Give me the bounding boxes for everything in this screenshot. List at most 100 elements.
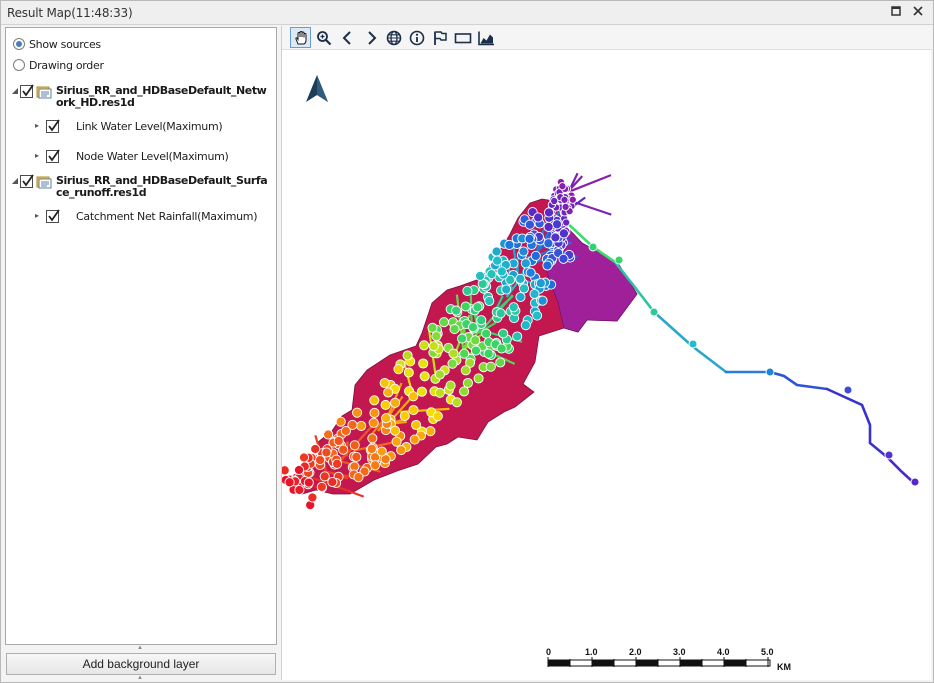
network-node[interactable] [470, 345, 481, 356]
network-node[interactable] [431, 331, 442, 342]
network-node[interactable] [467, 322, 479, 333]
layer-checkbox[interactable] [46, 209, 60, 223]
network-node[interactable] [425, 426, 436, 437]
network-node[interactable] [434, 387, 445, 398]
network-node[interactable] [419, 371, 430, 382]
network-node[interactable] [411, 419, 422, 431]
network-node[interactable] [558, 228, 569, 239]
network-node[interactable] [568, 195, 577, 204]
add-background-layer-button[interactable]: Add background layer [6, 653, 276, 675]
network-node[interactable] [449, 324, 460, 335]
source-row-network[interactable]: ◢ Sirius_RR_and_HDBaseDefault_Network_HD… [10, 84, 268, 109]
network-node[interactable] [396, 445, 407, 456]
full-extent-button[interactable] [383, 27, 404, 48]
network-node[interactable] [504, 239, 515, 250]
network-node[interactable] [542, 260, 553, 271]
network-node[interactable] [562, 218, 571, 227]
network-node[interactable] [332, 458, 343, 469]
river-node[interactable] [843, 385, 853, 395]
layer-row-link-water-level[interactable]: ▸ Link Water Level(Maximum) [32, 119, 223, 133]
network-node[interactable] [428, 341, 439, 352]
network-node[interactable] [485, 361, 496, 372]
network-node[interactable] [333, 435, 344, 446]
network-node[interactable] [492, 255, 503, 266]
network-node[interactable] [349, 440, 360, 451]
network-node[interactable] [294, 484, 305, 496]
network-node[interactable] [310, 443, 321, 455]
network-node[interactable] [462, 285, 473, 296]
network-node[interactable] [432, 411, 443, 422]
river-node[interactable] [765, 367, 775, 377]
network-node[interactable] [284, 477, 295, 488]
network-node[interactable] [524, 233, 535, 244]
network-node[interactable] [323, 429, 334, 440]
network-node[interactable] [533, 212, 544, 223]
network-node[interactable] [460, 365, 471, 376]
network-node[interactable] [327, 476, 338, 488]
network-node[interactable] [520, 258, 531, 269]
network-node[interactable] [532, 310, 543, 321]
network-node[interactable] [447, 358, 458, 369]
network-node[interactable] [416, 386, 427, 397]
layer-row-catchment-net-rainfall[interactable]: ▸ Catchment Net Rainfall(Maximum) [32, 209, 258, 223]
network-node[interactable] [353, 472, 364, 483]
network-node[interactable] [335, 416, 346, 427]
layer-row-node-water-level[interactable]: ▸ Node Water Level(Maximum) [32, 149, 229, 163]
source-checkbox[interactable] [20, 84, 34, 98]
network-node[interactable] [298, 452, 310, 463]
network-node[interactable] [457, 333, 468, 344]
source-checkbox[interactable] [20, 174, 34, 188]
network-node[interactable] [491, 246, 502, 257]
network-node[interactable] [381, 413, 392, 424]
network-node[interactable] [403, 367, 414, 378]
network-node[interactable] [379, 377, 390, 389]
splitter-grip-bottom-icon[interactable]: ▲ [136, 675, 144, 681]
info-button[interactable] [406, 27, 427, 48]
network-node[interactable] [376, 446, 387, 457]
network-node[interactable] [338, 444, 349, 455]
network-node[interactable] [303, 477, 314, 488]
network-node[interactable] [438, 317, 450, 328]
network-node[interactable] [391, 436, 402, 447]
network-node[interactable] [451, 397, 462, 408]
network-node[interactable] [508, 302, 519, 313]
network-node[interactable] [389, 425, 401, 436]
network-node[interactable] [462, 377, 473, 389]
network-node[interactable] [475, 270, 486, 281]
expand-chevron-icon[interactable]: ▸ [32, 120, 42, 132]
network-node[interactable] [495, 357, 506, 368]
network-node[interactable] [529, 288, 540, 300]
network-node[interactable] [525, 267, 536, 278]
network-node[interactable] [293, 464, 305, 476]
network-node[interactable] [520, 320, 531, 331]
network-node[interactable] [369, 395, 380, 406]
close-window-button[interactable] [911, 5, 925, 19]
network-node[interactable] [558, 253, 569, 264]
network-node[interactable] [370, 460, 381, 471]
network-node[interactable] [352, 407, 363, 418]
network-node[interactable] [408, 405, 419, 416]
network-node[interactable] [445, 380, 456, 391]
river-node[interactable] [910, 477, 920, 487]
network-node[interactable] [561, 202, 570, 211]
network-node[interactable] [369, 407, 380, 418]
network-node[interactable] [319, 471, 330, 482]
drawing-order-option[interactable]: Drawing order [13, 57, 104, 73]
chart-button[interactable] [475, 27, 496, 48]
network-node[interactable] [340, 425, 351, 437]
network-node[interactable] [408, 391, 419, 402]
expand-chevron-icon[interactable]: ▸ [32, 210, 42, 222]
splitter-grip-top-icon[interactable]: ▲ [136, 645, 144, 651]
network-node[interactable] [543, 207, 555, 218]
network-node[interactable] [366, 443, 377, 454]
expand-chevron-icon[interactable]: ▸ [32, 150, 42, 162]
network-node[interactable] [550, 196, 559, 206]
network-node[interactable] [419, 340, 430, 351]
back-button[interactable] [337, 27, 358, 48]
network-node[interactable] [402, 350, 413, 361]
network-node[interactable] [484, 295, 495, 307]
show-sources-radio[interactable] [13, 38, 25, 50]
network-node[interactable] [399, 410, 410, 421]
network-node[interactable] [418, 358, 429, 369]
pan-tool-button[interactable] [290, 27, 311, 48]
